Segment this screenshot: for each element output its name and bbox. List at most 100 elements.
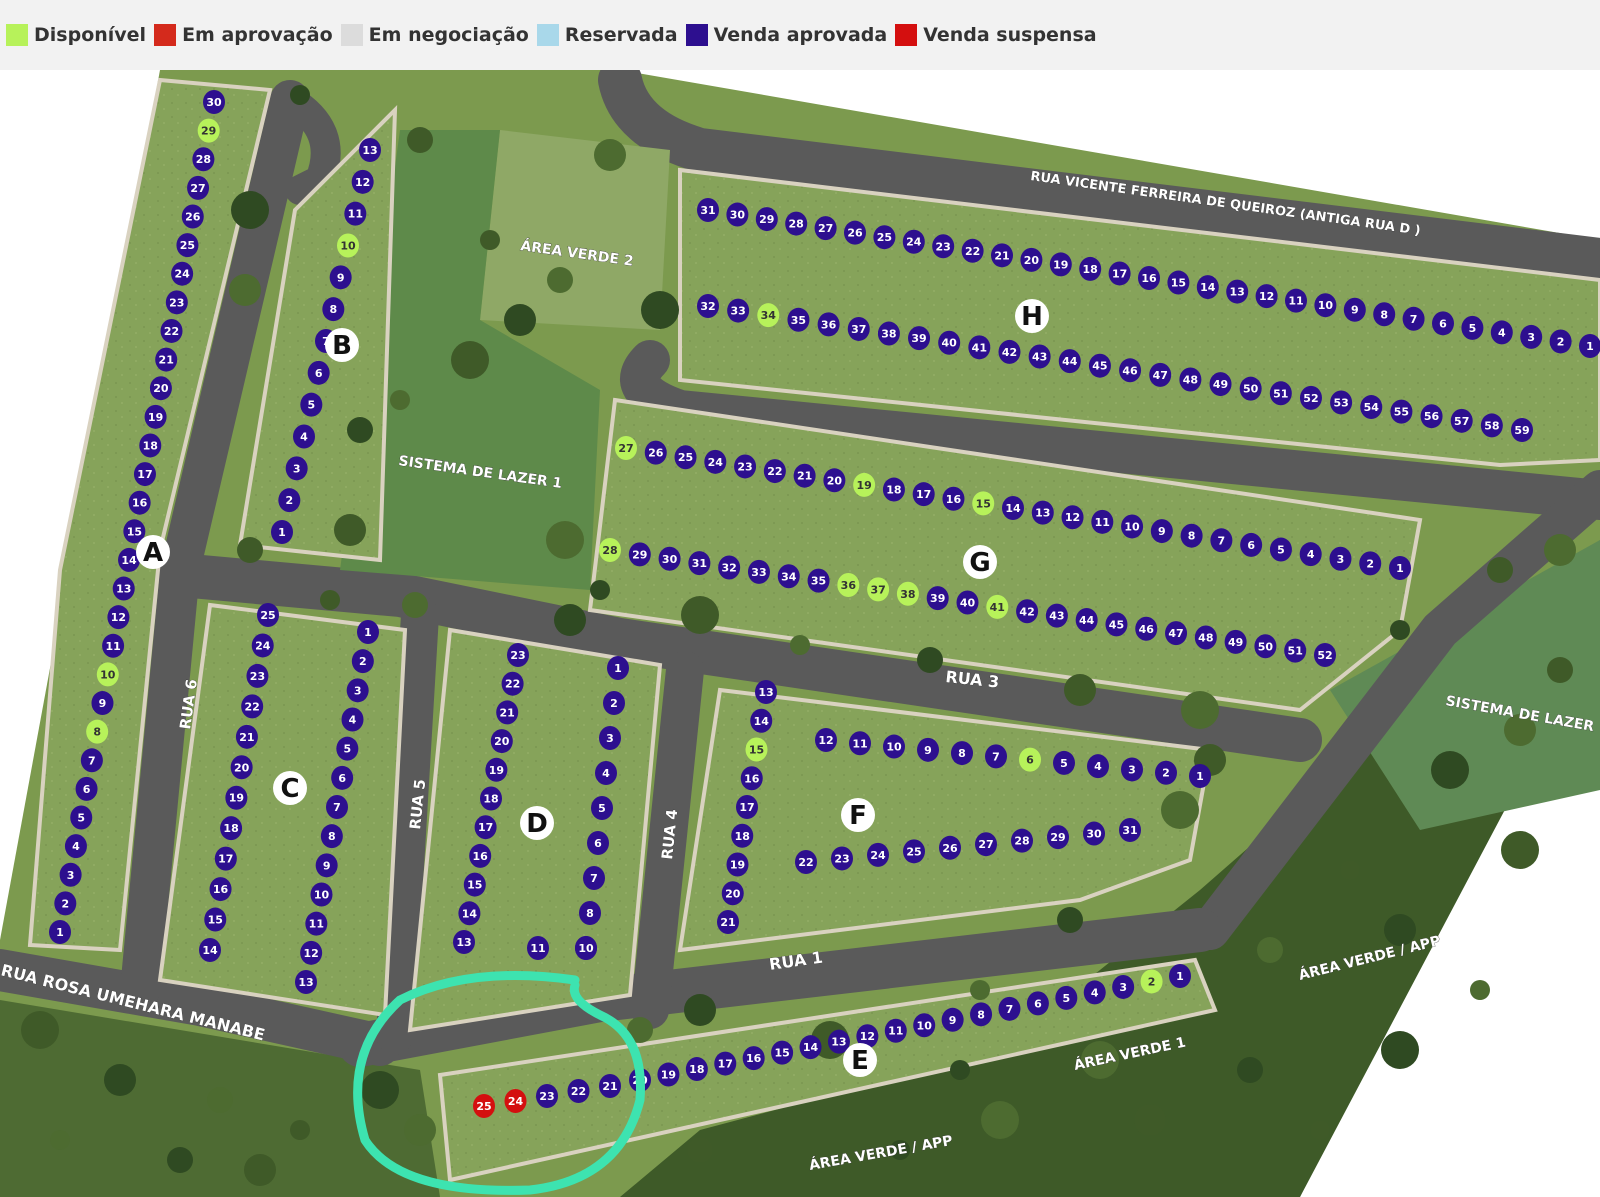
lot-marker-e-19[interactable]: 19 <box>657 1062 680 1087</box>
lot-marker-e-6[interactable]: 6 <box>1026 991 1049 1016</box>
lot-marker-h-26[interactable]: 26 <box>844 220 866 245</box>
lot-marker-d-17[interactable]: 17 <box>474 815 497 840</box>
lot-marker-c-17[interactable]: 17 <box>214 846 237 871</box>
lot-marker-c-1[interactable]: 1 <box>357 620 379 644</box>
lot-marker-d-23[interactable]: 23 <box>507 643 529 667</box>
lot-marker-h-14[interactable]: 14 <box>1196 275 1219 300</box>
lot-marker-h-8[interactable]: 8 <box>1373 302 1396 327</box>
lot-marker-e-8[interactable]: 8 <box>970 1002 993 1027</box>
lot-marker-a-9[interactable]: 9 <box>91 691 114 716</box>
lot-marker-b-6[interactable]: 6 <box>307 360 330 385</box>
lot-marker-c-3[interactable]: 3 <box>346 678 369 703</box>
lot-marker-g-42[interactable]: 42 <box>1016 599 1039 624</box>
lot-marker-a-26[interactable]: 26 <box>181 204 204 229</box>
lot-marker-f-17[interactable]: 17 <box>736 795 758 819</box>
lot-marker-h-59[interactable]: 59 <box>1511 418 1533 442</box>
lot-marker-c-15[interactable]: 15 <box>204 907 227 932</box>
lot-marker-g-35[interactable]: 35 <box>807 568 830 593</box>
lot-marker-b-11[interactable]: 11 <box>344 201 367 226</box>
lot-marker-d-20[interactable]: 20 <box>490 729 513 754</box>
lot-marker-f-29[interactable]: 29 <box>1047 825 1069 850</box>
lot-marker-a-12[interactable]: 12 <box>107 605 130 630</box>
lot-marker-g-51[interactable]: 51 <box>1284 638 1307 663</box>
lot-marker-h-43[interactable]: 43 <box>1028 344 1051 369</box>
lot-marker-b-5[interactable]: 5 <box>300 392 323 417</box>
lot-marker-g-16[interactable]: 16 <box>942 486 965 511</box>
lot-marker-g-41[interactable]: 41 <box>986 594 1009 619</box>
lot-marker-a-21[interactable]: 21 <box>155 347 178 372</box>
lot-marker-d-4[interactable]: 4 <box>595 761 617 785</box>
lot-marker-g-49[interactable]: 49 <box>1224 629 1247 654</box>
lot-marker-c-7[interactable]: 7 <box>326 795 348 819</box>
lot-marker-c-21[interactable]: 21 <box>235 724 258 749</box>
lot-marker-h-54[interactable]: 54 <box>1360 395 1383 420</box>
lot-marker-h-2[interactable]: 2 <box>1549 329 1572 354</box>
lot-marker-h-49[interactable]: 49 <box>1209 372 1232 397</box>
lot-marker-h-52[interactable]: 52 <box>1299 385 1322 410</box>
lot-marker-e-14[interactable]: 14 <box>799 1035 822 1060</box>
lot-marker-g-18[interactable]: 18 <box>882 477 905 502</box>
lot-marker-g-6[interactable]: 6 <box>1240 532 1263 557</box>
lot-marker-a-6[interactable]: 6 <box>75 776 98 801</box>
lot-marker-c-12[interactable]: 12 <box>300 940 323 965</box>
lot-marker-a-19[interactable]: 19 <box>144 404 167 429</box>
lot-marker-d-6[interactable]: 6 <box>587 831 609 855</box>
lot-marker-a-27[interactable]: 27 <box>187 175 210 200</box>
lot-marker-h-3[interactable]: 3 <box>1520 324 1543 349</box>
lot-marker-f-1[interactable]: 1 <box>1189 764 1211 788</box>
lot-marker-h-24[interactable]: 24 <box>902 229 925 254</box>
lot-marker-h-48[interactable]: 48 <box>1179 367 1202 392</box>
lot-marker-g-43[interactable]: 43 <box>1045 603 1068 628</box>
lot-marker-e-1[interactable]: 1 <box>1169 964 1191 988</box>
lot-marker-f-8[interactable]: 8 <box>951 741 973 766</box>
lot-marker-c-14[interactable]: 14 <box>199 938 221 962</box>
lot-marker-h-18[interactable]: 18 <box>1079 256 1102 281</box>
lot-marker-b-2[interactable]: 2 <box>278 488 301 513</box>
lot-marker-g-38[interactable]: 38 <box>896 581 919 606</box>
lot-marker-a-4[interactable]: 4 <box>64 834 87 859</box>
lot-marker-g-30[interactable]: 30 <box>658 546 681 571</box>
lot-marker-d-2[interactable]: 2 <box>603 691 625 715</box>
lot-marker-d-22[interactable]: 22 <box>501 671 524 696</box>
lot-marker-e-5[interactable]: 5 <box>1055 985 1078 1010</box>
lot-marker-g-22[interactable]: 22 <box>763 459 786 484</box>
lot-marker-d-15[interactable]: 15 <box>463 872 486 897</box>
lot-marker-g-3[interactable]: 3 <box>1329 546 1352 571</box>
lot-marker-c-11[interactable]: 11 <box>305 911 328 936</box>
lot-marker-h-21[interactable]: 21 <box>991 243 1013 268</box>
lot-marker-g-44[interactable]: 44 <box>1075 608 1098 632</box>
lot-marker-f-21[interactable]: 21 <box>717 910 739 934</box>
lot-marker-h-34[interactable]: 34 <box>757 303 780 328</box>
lot-marker-a-29[interactable]: 29 <box>197 118 220 143</box>
lot-marker-e-7[interactable]: 7 <box>998 996 1021 1021</box>
lot-marker-e-21[interactable]: 21 <box>599 1074 621 1098</box>
lot-marker-d-14[interactable]: 14 <box>458 901 481 926</box>
lot-marker-g-47[interactable]: 47 <box>1165 621 1188 646</box>
lot-marker-c-22[interactable]: 22 <box>241 694 264 719</box>
lot-marker-g-28[interactable]: 28 <box>599 538 621 562</box>
lot-marker-a-10[interactable]: 10 <box>96 662 119 687</box>
lot-marker-h-42[interactable]: 42 <box>998 339 1021 364</box>
lot-marker-h-58[interactable]: 58 <box>1480 413 1503 438</box>
lot-marker-b-1[interactable]: 1 <box>271 520 293 544</box>
lot-marker-g-33[interactable]: 33 <box>747 559 770 584</box>
lot-marker-h-11[interactable]: 11 <box>1285 288 1307 313</box>
lot-marker-h-53[interactable]: 53 <box>1330 390 1353 415</box>
lot-marker-f-20[interactable]: 20 <box>721 881 744 906</box>
lot-marker-f-28[interactable]: 28 <box>1011 828 1033 853</box>
lot-marker-b-4[interactable]: 4 <box>293 424 315 449</box>
lot-marker-f-12[interactable]: 12 <box>815 728 837 752</box>
lot-marker-h-32[interactable]: 32 <box>697 294 719 318</box>
lot-marker-g-25[interactable]: 25 <box>674 445 697 470</box>
lot-marker-h-35[interactable]: 35 <box>787 307 810 332</box>
lot-marker-g-1[interactable]: 1 <box>1389 556 1411 580</box>
lot-marker-h-31[interactable]: 31 <box>697 198 719 222</box>
lot-marker-g-46[interactable]: 46 <box>1135 616 1158 641</box>
lot-marker-d-5[interactable]: 5 <box>591 796 613 820</box>
lot-marker-e-10[interactable]: 10 <box>913 1013 936 1038</box>
lot-marker-f-22[interactable]: 22 <box>795 850 817 874</box>
lot-marker-c-23[interactable]: 23 <box>246 663 269 688</box>
lot-marker-a-18[interactable]: 18 <box>139 433 162 458</box>
lot-marker-c-18[interactable]: 18 <box>220 816 243 841</box>
lot-marker-h-55[interactable]: 55 <box>1390 399 1413 424</box>
